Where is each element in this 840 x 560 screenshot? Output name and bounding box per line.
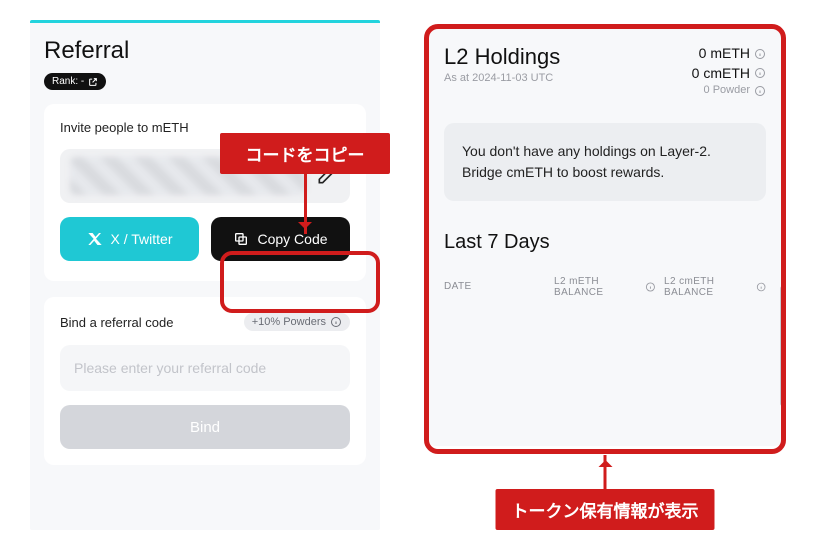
x-twitter-icon xyxy=(87,231,103,247)
l2-title: L2 Holdings xyxy=(444,44,560,70)
share-buttons: X / Twitter Copy Code xyxy=(60,217,350,261)
empty-holdings-message: You don't have any holdings on Layer-2. … xyxy=(444,123,766,201)
arrow-up-icon xyxy=(604,455,607,489)
copy-code-button[interactable]: Copy Code xyxy=(211,217,350,261)
annotation-label: トークン保有情報が表示 xyxy=(496,489,715,530)
info-icon[interactable] xyxy=(754,85,766,97)
bind-title: Bind a referral code xyxy=(60,315,173,330)
info-icon xyxy=(330,316,342,328)
bind-button[interactable]: Bind xyxy=(60,405,350,449)
th-date: DATE xyxy=(444,276,546,298)
referral-code-box xyxy=(60,149,350,203)
powder-balance: 0 Powder xyxy=(704,83,750,98)
external-link-icon xyxy=(88,77,98,87)
l2-holdings-panel: L2 Holdings As at 2024-11-03 UTC 0 mETH … xyxy=(426,26,784,446)
invite-card: Invite people to mETH X / Twitter Copy C… xyxy=(44,104,366,281)
scrollbar[interactable] xyxy=(780,286,785,406)
meth-balance: 0 mETH xyxy=(699,44,750,64)
cmeth-balance: 0 cmETH xyxy=(692,64,750,84)
history-table-header: DATE L2 mETH BALANCE L2 cmETH BALANCE xyxy=(444,276,766,298)
referral-panel: Referral Rank: - Invite people to mETH X… xyxy=(30,20,380,530)
rank-label: Rank: - xyxy=(52,76,84,87)
th-meth: L2 mETH BALANCE xyxy=(554,276,656,298)
th-cmeth: L2 cmETH BALANCE xyxy=(664,276,766,298)
copy-label: Copy Code xyxy=(257,231,327,247)
as-at-date: As at 2024-11-03 UTC xyxy=(444,72,560,84)
bonus-label: +10% Powders xyxy=(252,316,326,328)
info-icon[interactable] xyxy=(645,281,656,293)
info-icon[interactable] xyxy=(756,281,766,293)
edit-icon[interactable] xyxy=(316,166,336,186)
referral-code-input[interactable] xyxy=(60,345,350,391)
info-icon[interactable] xyxy=(754,67,766,79)
bind-card: Bind a referral code +10% Powders Bind xyxy=(44,297,366,465)
info-icon[interactable] xyxy=(754,48,766,60)
rank-badge[interactable]: Rank: - xyxy=(44,73,106,90)
bonus-badge[interactable]: +10% Powders xyxy=(244,313,350,331)
twitter-label: X / Twitter xyxy=(111,231,173,247)
last-7-days-title: Last 7 Days xyxy=(444,231,766,254)
balance-summary: 0 mETH 0 cmETH 0 Powder xyxy=(692,44,766,99)
holdings-wrap: L2 Holdings As at 2024-11-03 UTC 0 mETH … xyxy=(420,20,790,530)
twitter-share-button[interactable]: X / Twitter xyxy=(60,217,199,261)
blurred-code xyxy=(70,157,306,195)
annotation-holdings: トークン保有情報が表示 xyxy=(496,455,715,530)
copy-icon xyxy=(233,231,249,247)
referral-title: Referral xyxy=(44,37,366,65)
invite-label: Invite people to mETH xyxy=(60,120,350,135)
